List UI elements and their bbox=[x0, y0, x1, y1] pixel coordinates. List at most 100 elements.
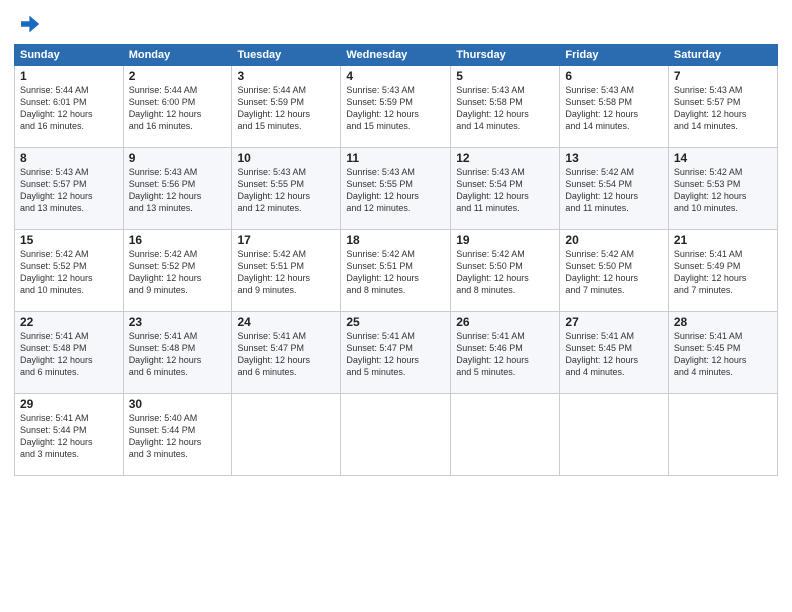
day-number: 3 bbox=[237, 69, 335, 83]
logo-icon bbox=[14, 10, 42, 38]
day-number: 22 bbox=[20, 315, 118, 329]
calendar-cell: 2Sunrise: 5:44 AM Sunset: 6:00 PM Daylig… bbox=[123, 66, 232, 148]
calendar-cell: 1Sunrise: 5:44 AM Sunset: 6:01 PM Daylig… bbox=[15, 66, 124, 148]
day-info: Sunrise: 5:41 AM Sunset: 5:49 PM Dayligh… bbox=[674, 248, 772, 297]
day-info: Sunrise: 5:42 AM Sunset: 5:51 PM Dayligh… bbox=[346, 248, 445, 297]
day-info: Sunrise: 5:43 AM Sunset: 5:55 PM Dayligh… bbox=[237, 166, 335, 215]
calendar-week-row: 1Sunrise: 5:44 AM Sunset: 6:01 PM Daylig… bbox=[15, 66, 778, 148]
day-info: Sunrise: 5:41 AM Sunset: 5:44 PM Dayligh… bbox=[20, 412, 118, 461]
calendar-cell: 11Sunrise: 5:43 AM Sunset: 5:55 PM Dayli… bbox=[341, 148, 451, 230]
day-info: Sunrise: 5:41 AM Sunset: 5:45 PM Dayligh… bbox=[565, 330, 662, 379]
day-number: 23 bbox=[129, 315, 227, 329]
day-info: Sunrise: 5:42 AM Sunset: 5:54 PM Dayligh… bbox=[565, 166, 662, 215]
header bbox=[14, 10, 778, 38]
calendar-cell: 13Sunrise: 5:42 AM Sunset: 5:54 PM Dayli… bbox=[560, 148, 668, 230]
day-number: 14 bbox=[674, 151, 772, 165]
calendar-cell: 9Sunrise: 5:43 AM Sunset: 5:56 PM Daylig… bbox=[123, 148, 232, 230]
day-number: 26 bbox=[456, 315, 554, 329]
day-number: 30 bbox=[129, 397, 227, 411]
calendar-cell bbox=[560, 394, 668, 476]
calendar-header-monday: Monday bbox=[123, 45, 232, 66]
calendar-cell: 30Sunrise: 5:40 AM Sunset: 5:44 PM Dayli… bbox=[123, 394, 232, 476]
day-number: 5 bbox=[456, 69, 554, 83]
day-info: Sunrise: 5:42 AM Sunset: 5:53 PM Dayligh… bbox=[674, 166, 772, 215]
calendar-cell: 4Sunrise: 5:43 AM Sunset: 5:59 PM Daylig… bbox=[341, 66, 451, 148]
calendar-week-row: 22Sunrise: 5:41 AM Sunset: 5:48 PM Dayli… bbox=[15, 312, 778, 394]
calendar-cell: 25Sunrise: 5:41 AM Sunset: 5:47 PM Dayli… bbox=[341, 312, 451, 394]
day-number: 24 bbox=[237, 315, 335, 329]
calendar-header-sunday: Sunday bbox=[15, 45, 124, 66]
calendar-cell: 5Sunrise: 5:43 AM Sunset: 5:58 PM Daylig… bbox=[451, 66, 560, 148]
calendar-cell: 12Sunrise: 5:43 AM Sunset: 5:54 PM Dayli… bbox=[451, 148, 560, 230]
day-info: Sunrise: 5:41 AM Sunset: 5:46 PM Dayligh… bbox=[456, 330, 554, 379]
day-number: 12 bbox=[456, 151, 554, 165]
calendar-cell: 29Sunrise: 5:41 AM Sunset: 5:44 PM Dayli… bbox=[15, 394, 124, 476]
calendar-cell: 22Sunrise: 5:41 AM Sunset: 5:48 PM Dayli… bbox=[15, 312, 124, 394]
calendar-header-wednesday: Wednesday bbox=[341, 45, 451, 66]
calendar-cell: 24Sunrise: 5:41 AM Sunset: 5:47 PM Dayli… bbox=[232, 312, 341, 394]
calendar-cell: 14Sunrise: 5:42 AM Sunset: 5:53 PM Dayli… bbox=[668, 148, 777, 230]
calendar-cell: 8Sunrise: 5:43 AM Sunset: 5:57 PM Daylig… bbox=[15, 148, 124, 230]
calendar-cell: 23Sunrise: 5:41 AM Sunset: 5:48 PM Dayli… bbox=[123, 312, 232, 394]
day-number: 17 bbox=[237, 233, 335, 247]
day-info: Sunrise: 5:40 AM Sunset: 5:44 PM Dayligh… bbox=[129, 412, 227, 461]
day-number: 18 bbox=[346, 233, 445, 247]
calendar-cell: 26Sunrise: 5:41 AM Sunset: 5:46 PM Dayli… bbox=[451, 312, 560, 394]
day-number: 10 bbox=[237, 151, 335, 165]
day-number: 19 bbox=[456, 233, 554, 247]
day-info: Sunrise: 5:43 AM Sunset: 5:58 PM Dayligh… bbox=[456, 84, 554, 133]
page: SundayMondayTuesdayWednesdayThursdayFrid… bbox=[0, 0, 792, 612]
calendar-cell: 21Sunrise: 5:41 AM Sunset: 5:49 PM Dayli… bbox=[668, 230, 777, 312]
day-number: 15 bbox=[20, 233, 118, 247]
day-number: 1 bbox=[20, 69, 118, 83]
day-number: 9 bbox=[129, 151, 227, 165]
calendar-cell bbox=[341, 394, 451, 476]
calendar-header-thursday: Thursday bbox=[451, 45, 560, 66]
calendar-cell: 6Sunrise: 5:43 AM Sunset: 5:58 PM Daylig… bbox=[560, 66, 668, 148]
day-number: 8 bbox=[20, 151, 118, 165]
day-number: 13 bbox=[565, 151, 662, 165]
day-number: 11 bbox=[346, 151, 445, 165]
day-info: Sunrise: 5:43 AM Sunset: 5:54 PM Dayligh… bbox=[456, 166, 554, 215]
calendar-week-row: 15Sunrise: 5:42 AM Sunset: 5:52 PM Dayli… bbox=[15, 230, 778, 312]
day-number: 6 bbox=[565, 69, 662, 83]
day-number: 29 bbox=[20, 397, 118, 411]
calendar-header-friday: Friday bbox=[560, 45, 668, 66]
calendar-cell: 17Sunrise: 5:42 AM Sunset: 5:51 PM Dayli… bbox=[232, 230, 341, 312]
calendar-header-tuesday: Tuesday bbox=[232, 45, 341, 66]
day-info: Sunrise: 5:44 AM Sunset: 5:59 PM Dayligh… bbox=[237, 84, 335, 133]
day-info: Sunrise: 5:41 AM Sunset: 5:48 PM Dayligh… bbox=[20, 330, 118, 379]
day-info: Sunrise: 5:41 AM Sunset: 5:47 PM Dayligh… bbox=[237, 330, 335, 379]
day-info: Sunrise: 5:44 AM Sunset: 6:00 PM Dayligh… bbox=[129, 84, 227, 133]
calendar-cell: 16Sunrise: 5:42 AM Sunset: 5:52 PM Dayli… bbox=[123, 230, 232, 312]
calendar-cell: 27Sunrise: 5:41 AM Sunset: 5:45 PM Dayli… bbox=[560, 312, 668, 394]
calendar-cell bbox=[232, 394, 341, 476]
day-number: 20 bbox=[565, 233, 662, 247]
day-info: Sunrise: 5:41 AM Sunset: 5:45 PM Dayligh… bbox=[674, 330, 772, 379]
day-number: 28 bbox=[674, 315, 772, 329]
calendar-cell: 15Sunrise: 5:42 AM Sunset: 5:52 PM Dayli… bbox=[15, 230, 124, 312]
calendar-cell: 20Sunrise: 5:42 AM Sunset: 5:50 PM Dayli… bbox=[560, 230, 668, 312]
calendar-table: SundayMondayTuesdayWednesdayThursdayFrid… bbox=[14, 44, 778, 476]
day-number: 16 bbox=[129, 233, 227, 247]
day-number: 7 bbox=[674, 69, 772, 83]
day-number: 4 bbox=[346, 69, 445, 83]
calendar-cell bbox=[668, 394, 777, 476]
calendar-week-row: 8Sunrise: 5:43 AM Sunset: 5:57 PM Daylig… bbox=[15, 148, 778, 230]
calendar-cell: 7Sunrise: 5:43 AM Sunset: 5:57 PM Daylig… bbox=[668, 66, 777, 148]
day-info: Sunrise: 5:43 AM Sunset: 5:56 PM Dayligh… bbox=[129, 166, 227, 215]
day-number: 27 bbox=[565, 315, 662, 329]
calendar-cell: 19Sunrise: 5:42 AM Sunset: 5:50 PM Dayli… bbox=[451, 230, 560, 312]
day-info: Sunrise: 5:43 AM Sunset: 5:58 PM Dayligh… bbox=[565, 84, 662, 133]
day-info: Sunrise: 5:42 AM Sunset: 5:50 PM Dayligh… bbox=[456, 248, 554, 297]
calendar-cell: 28Sunrise: 5:41 AM Sunset: 5:45 PM Dayli… bbox=[668, 312, 777, 394]
calendar-cell: 18Sunrise: 5:42 AM Sunset: 5:51 PM Dayli… bbox=[341, 230, 451, 312]
calendar-week-row: 29Sunrise: 5:41 AM Sunset: 5:44 PM Dayli… bbox=[15, 394, 778, 476]
calendar-cell bbox=[451, 394, 560, 476]
calendar-cell: 10Sunrise: 5:43 AM Sunset: 5:55 PM Dayli… bbox=[232, 148, 341, 230]
day-info: Sunrise: 5:41 AM Sunset: 5:48 PM Dayligh… bbox=[129, 330, 227, 379]
logo bbox=[14, 10, 44, 38]
calendar-header-row: SundayMondayTuesdayWednesdayThursdayFrid… bbox=[15, 45, 778, 66]
day-info: Sunrise: 5:43 AM Sunset: 5:57 PM Dayligh… bbox=[20, 166, 118, 215]
calendar-cell: 3Sunrise: 5:44 AM Sunset: 5:59 PM Daylig… bbox=[232, 66, 341, 148]
